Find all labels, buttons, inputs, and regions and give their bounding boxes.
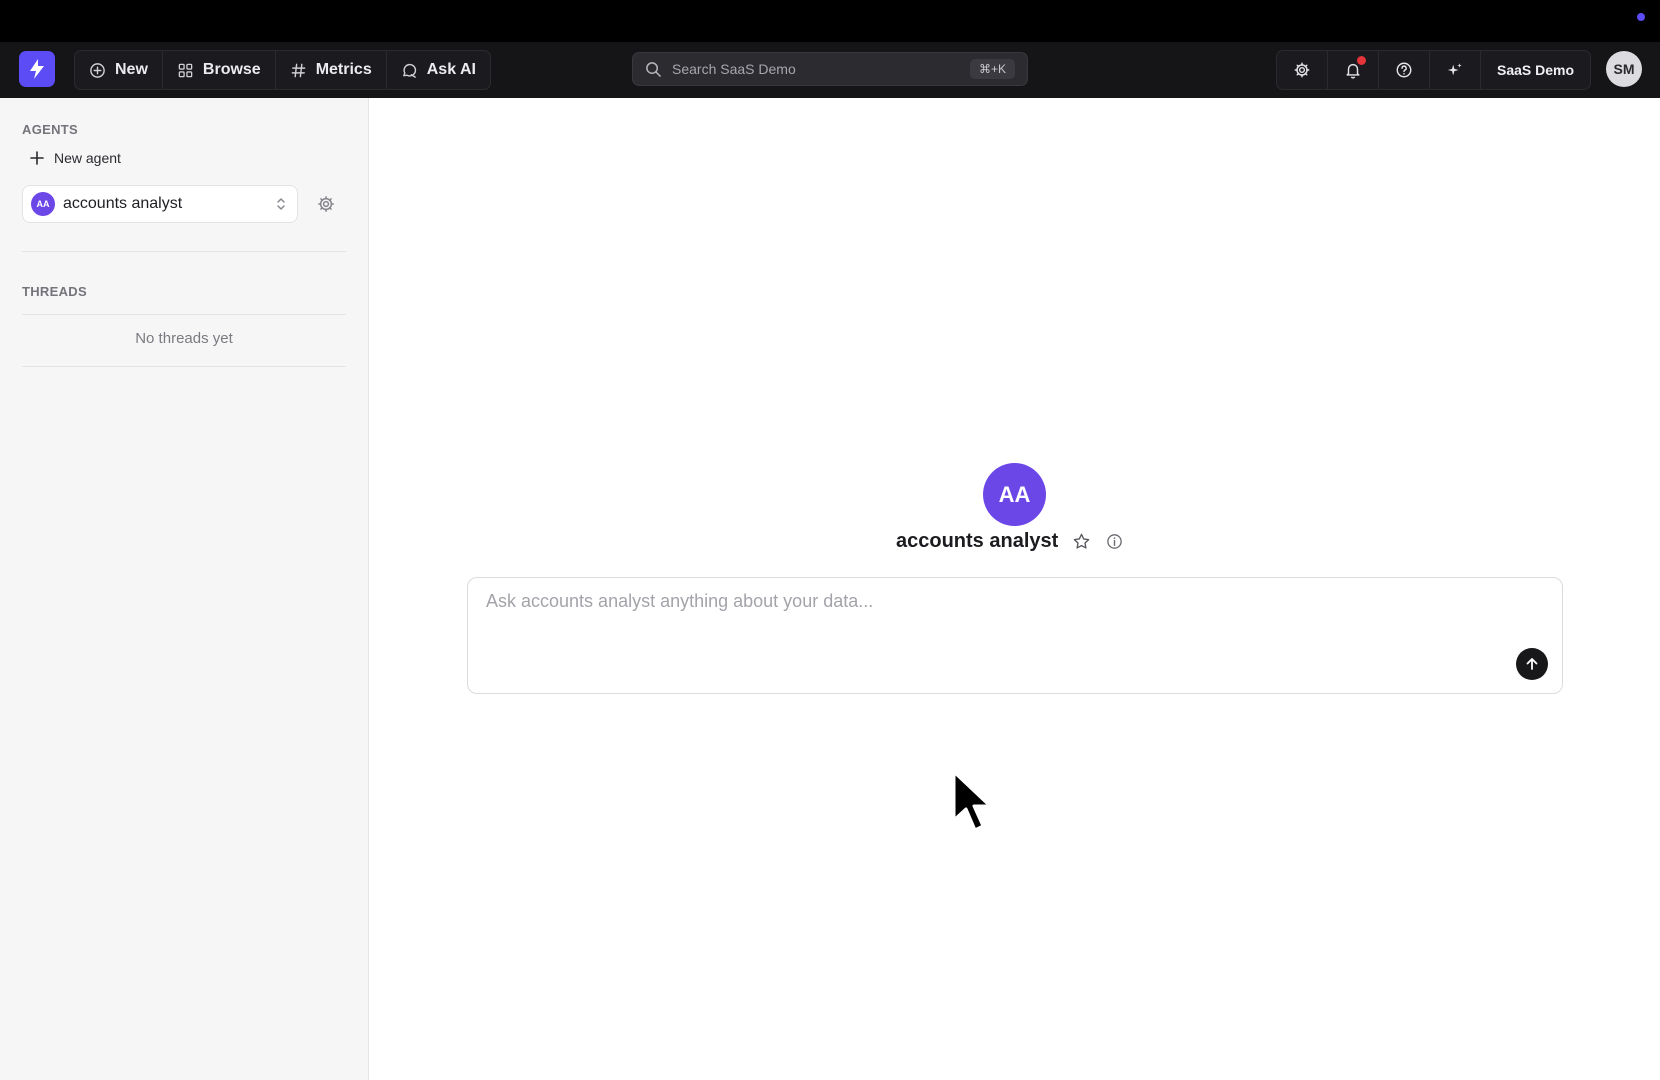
agent-title: accounts analyst [896, 530, 1059, 552]
help-button[interactable] [1379, 51, 1430, 89]
settings-button[interactable] [1277, 51, 1328, 89]
top-navbar: New Browse Metrics Ask AI Search SaaS De… [0, 42, 1660, 99]
help-icon [1396, 62, 1412, 78]
gear-icon [1294, 62, 1310, 78]
notification-dot [1357, 56, 1366, 65]
metrics-button-label: Metrics [315, 61, 372, 78]
user-avatar[interactable]: SM [1606, 51, 1642, 87]
plus-icon [30, 151, 44, 165]
agent-settings-gear-icon[interactable] [316, 194, 336, 214]
sidebar-divider [22, 251, 346, 252]
status-dot [1637, 13, 1645, 21]
new-agent-button[interactable]: New agent [30, 150, 121, 166]
no-threads-message: No threads yet [135, 330, 233, 347]
workspace-switcher[interactable]: SaaS Demo [1481, 51, 1590, 89]
prompt-input[interactable] [484, 590, 1488, 613]
agent-selector-label: accounts analyst [63, 195, 183, 212]
chat-bubble-icon [402, 63, 416, 78]
mouse-cursor-icon [952, 770, 992, 832]
prompt-box [467, 577, 1563, 694]
threads-divider-top [22, 314, 346, 315]
notifications-button[interactable] [1328, 51, 1379, 89]
search-icon [646, 61, 661, 77]
threads-heading: THREADS [22, 284, 87, 299]
search-shortcut: ⌘+K [969, 59, 1015, 79]
new-button[interactable]: New [75, 51, 163, 89]
new-button-label: New [115, 61, 148, 78]
new-agent-label: New agent [54, 150, 121, 166]
sparkle-icon [1447, 63, 1462, 76]
ask-ai-button[interactable]: Ask AI [387, 51, 490, 89]
search-input[interactable]: Search SaaS Demo ⌘+K [632, 52, 1028, 86]
utility-nav: SaaS Demo [1276, 50, 1592, 90]
agent-avatar-large: AA [983, 463, 1046, 526]
agent-selector[interactable]: AA accounts analyst [22, 185, 298, 223]
agents-sidebar: AGENTS New agent AA accounts analyst THR… [0, 98, 369, 1080]
send-button[interactable] [1516, 648, 1548, 680]
info-icon[interactable] [1105, 532, 1124, 551]
agent-header: accounts analyst [896, 530, 1124, 553]
browse-button-label: Browse [202, 61, 261, 78]
grid-icon [178, 63, 193, 77]
plus-circle-icon [90, 62, 105, 78]
agents-heading: AGENTS [22, 122, 78, 137]
search-placeholder: Search SaaS Demo [672, 61, 796, 77]
star-icon[interactable] [1072, 532, 1091, 551]
agent-avatar: AA [31, 192, 55, 216]
bolt-icon[interactable] [19, 51, 55, 87]
arrow-up-icon [1526, 658, 1538, 670]
browse-button[interactable]: Browse [163, 51, 276, 89]
threads-divider-bottom [22, 366, 346, 367]
metrics-button[interactable]: Metrics [276, 51, 387, 89]
primary-nav: New Browse Metrics Ask AI [74, 50, 491, 90]
hash-icon [291, 63, 306, 77]
ask-ai-button-label: Ask AI [426, 61, 476, 78]
window-top-strip [0, 0, 1660, 42]
chevron-up-down-icon [277, 198, 285, 210]
ai-assist-button[interactable] [1430, 51, 1481, 89]
